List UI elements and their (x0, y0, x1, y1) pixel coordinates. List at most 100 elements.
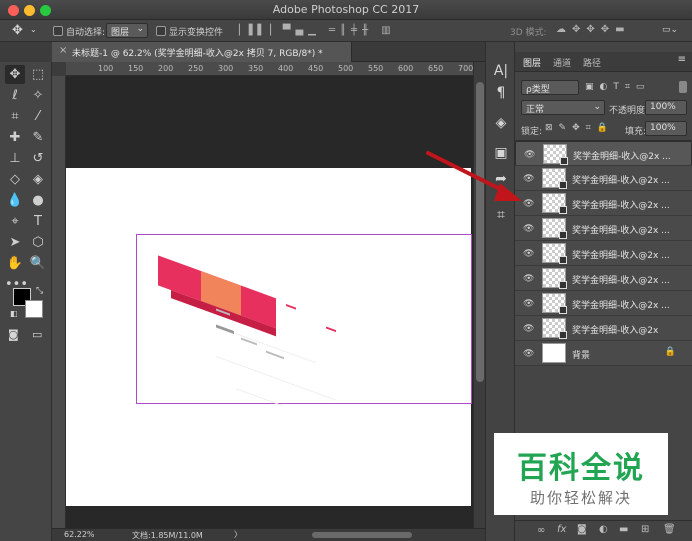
filter-toggle[interactable] (679, 81, 687, 93)
layer-row[interactable]: 👁 奖学金明细-收入@2x ... (515, 141, 692, 166)
smart-object-icon (560, 157, 568, 165)
dodge-tool-icon[interactable]: ● (28, 191, 48, 210)
show-transform-checkbox[interactable] (156, 26, 166, 36)
eye-icon[interactable]: 👁 (523, 224, 534, 234)
align-buttons[interactable]: ▕▐▌▏▀▄▁ ═║╪╫ ▥ (232, 25, 396, 36)
vertical-scrollbar[interactable] (473, 62, 485, 528)
pen-tool-icon[interactable]: ⌖ (5, 212, 25, 231)
eye-icon[interactable]: 👁 (523, 249, 534, 259)
layer-name[interactable]: 奖学金明细-收入@2x ... (572, 223, 670, 236)
adjustment-layer-icon[interactable]: ◐ (599, 524, 608, 535)
auto-select-dropdown[interactable]: 图层 ⌄ (106, 23, 148, 38)
chevron-down-icon[interactable]: ⌄ (30, 25, 37, 34)
background-color-swatch[interactable] (25, 300, 43, 318)
add-mask-icon[interactable]: ◙ (577, 524, 587, 535)
hand-tool-icon[interactable]: ✋ (5, 254, 25, 273)
eye-icon[interactable]: 👁 (523, 274, 534, 284)
history-brush-tool-icon[interactable]: ↺ (28, 149, 48, 168)
marquee-tool-icon[interactable]: ⬚ (28, 65, 48, 84)
close-tab-icon[interactable]: × (59, 45, 67, 56)
layer-row[interactable]: 👁 奖学金明细-收入@2x ... (515, 241, 692, 266)
lasso-tool-icon[interactable]: ℓ (5, 86, 25, 105)
layer-name[interactable]: 奖学金明细-收入@2x ... (572, 273, 670, 286)
layers-panel-icon[interactable]: ◈ (490, 112, 512, 134)
link-layers-icon[interactable]: ∞ (537, 525, 545, 536)
layer-filter-dropdown[interactable]: ρ类型 (521, 80, 579, 95)
zoom-tool-icon[interactable]: 🔍 (28, 254, 48, 273)
ruler-mark: 500 (338, 64, 354, 73)
brush-tool-icon[interactable]: ✎ (28, 128, 48, 147)
move-tool-icon[interactable]: ✥ (12, 23, 23, 38)
healing-brush-tool-icon[interactable]: ✚ (5, 128, 25, 147)
eraser-tool-icon[interactable]: ◇ (5, 170, 25, 189)
fx-icon[interactable]: fx (557, 524, 566, 535)
vertical-scroll-thumb[interactable] (476, 82, 484, 382)
layer-thumbnail (542, 168, 567, 189)
artwork-amount (286, 303, 296, 310)
eye-icon[interactable]: 👁 (523, 324, 534, 334)
filter-icons[interactable]: ▣◐T⌗▭ (585, 82, 650, 92)
layer-name[interactable]: 奖学金明细-收入@2x ... (573, 149, 671, 162)
status-bar: 62.22% 文档:1.85M/11.0M 〉 (52, 528, 485, 541)
delete-layer-icon[interactable]: 🗑 (663, 524, 676, 535)
swap-colors-icon[interactable]: ⤡ (36, 286, 43, 296)
layer-row[interactable]: 👁 奖学金明细-收入@2x ... (515, 191, 692, 216)
smart-object-icon (559, 181, 567, 189)
eyedropper-tool-icon[interactable]: ⁄ (28, 107, 48, 126)
layer-row[interactable]: 👁 奖学金明细-收入@2x ... (515, 291, 692, 316)
default-colors-icon[interactable]: ◧ (10, 309, 18, 318)
eye-icon[interactable]: 👁 (523, 349, 534, 359)
type-tool-icon[interactable]: T (28, 212, 48, 231)
layer-row[interactable]: 👁 奖学金明细-收入@2x (515, 316, 692, 341)
ruler-mark: 400 (278, 64, 294, 73)
layer-name[interactable]: 奖学金明细-收入@2x ... (572, 173, 670, 186)
status-menu-icon[interactable]: 〉 (234, 529, 242, 540)
lock-icons[interactable]: ⊠✎✥⌗🔒 (545, 123, 614, 133)
new-group-icon[interactable]: ▬ (619, 524, 628, 535)
window-title: Adobe Photoshop CC 2017 (272, 3, 420, 16)
document-tab[interactable]: × 未标题-1 @ 62.2% (奖学金明细-收入@2x 拷贝 7, RGB/8… (52, 42, 352, 62)
ruler-mark: 700 (458, 64, 474, 73)
3d-mode-icons[interactable]: ☁✥✥✥▬ (556, 24, 631, 35)
move-tool-icon[interactable]: ✥ (5, 65, 25, 84)
layer-thumbnail (542, 193, 567, 214)
layer-name[interactable]: 奖学金明细-收入@2x ... (572, 198, 670, 211)
panel-menu-icon[interactable]: ≡ (678, 54, 686, 65)
shape-tool-icon[interactable]: ⬡ (28, 233, 48, 252)
annotation-arrow (426, 151, 522, 201)
tab-layers[interactable]: 图层 (523, 56, 541, 69)
quick-mask-icon[interactable]: ◙ (8, 328, 19, 341)
paint-bucket-tool-icon[interactable]: ◈ (28, 170, 48, 189)
canvas-area[interactable] (66, 76, 473, 528)
tab-channels[interactable]: 通道 (553, 56, 571, 69)
artwork-text-line (266, 350, 284, 360)
layer-row[interactable]: 👁 奖学金明细-收入@2x ... (515, 166, 692, 191)
crop-tool-icon[interactable]: ⌗ (5, 107, 25, 126)
smart-object-icon (559, 331, 567, 339)
blend-mode-dropdown[interactable]: 正常 ⌄ (521, 100, 605, 115)
layer-row[interactable]: 👁 奖学金明细-收入@2x ... (515, 266, 692, 291)
clone-stamp-tool-icon[interactable]: ⊥ (5, 149, 25, 168)
layer-row[interactable]: 👁 奖学金明细-收入@2x ... (515, 216, 692, 241)
layer-name[interactable]: 奖学金明细-收入@2x (572, 323, 658, 336)
screen-mode-icon[interactable]: ▭ (32, 328, 42, 341)
horizontal-scroll-thumb[interactable] (312, 532, 412, 538)
layer-row-background[interactable]: 👁 背景 🔒 (515, 341, 692, 366)
zoom-level[interactable]: 62.22% (64, 530, 95, 539)
magic-wand-tool-icon[interactable]: ✧ (28, 86, 48, 105)
layer-thumbnail (542, 243, 567, 264)
layer-name[interactable]: 背景 (572, 348, 590, 361)
blur-tool-icon[interactable]: 💧 (5, 191, 25, 210)
auto-select-checkbox[interactable] (53, 26, 63, 36)
new-layer-icon[interactable]: ⊞ (641, 524, 649, 535)
opacity-field[interactable]: 100% (645, 100, 687, 115)
path-selection-tool-icon[interactable]: ➤ (5, 233, 25, 252)
paragraph-panel-icon[interactable]: ¶ (490, 82, 512, 104)
fill-field[interactable]: 100% (645, 121, 687, 136)
eye-icon[interactable]: 👁 (523, 299, 534, 309)
layer-name[interactable]: 奖学金明细-收入@2x ... (572, 248, 670, 261)
tab-paths[interactable]: 路径 (583, 56, 601, 69)
character-panel-icon[interactable]: A| (490, 60, 512, 82)
workspace-icon[interactable]: ▭⌄ (662, 25, 678, 35)
layer-name[interactable]: 奖学金明细-收入@2x ... (572, 298, 670, 311)
